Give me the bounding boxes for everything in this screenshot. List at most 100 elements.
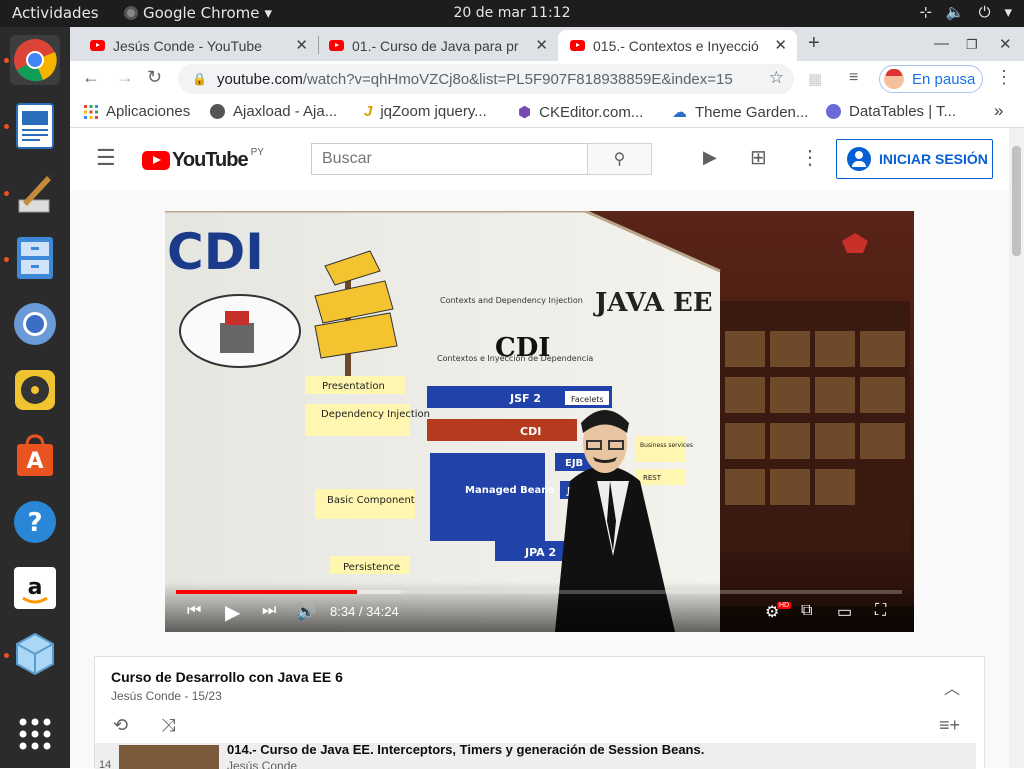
page-scrollbar[interactable] (1009, 128, 1024, 768)
help-icon[interactable]: ? (10, 497, 60, 547)
back-arrow-icon[interactable]: ← (82, 67, 100, 88)
tab-curso-java[interactable]: 01.- Curso de Java para pr ✕ (318, 30, 558, 61)
slide-cdi-bottom-text: Contextos e Inyección de Dependencia (437, 353, 593, 363)
hamburger-menu-icon[interactable]: ☰ (96, 145, 116, 171)
chrome-icon[interactable] (10, 35, 60, 85)
search-button[interactable]: ⚲ (587, 143, 652, 175)
paint-icon[interactable] (10, 167, 60, 217)
jqzoom-icon: J (364, 103, 373, 120)
scrollbar-thumb[interactable] (1012, 146, 1021, 256)
volume-icon[interactable]: 🔊 (296, 602, 316, 622)
dock: A ? a (0, 27, 70, 768)
theme-garden-icon: ☁ (672, 104, 687, 121)
video-thumbnail[interactable] (119, 745, 219, 769)
document-viewer-icon[interactable] (10, 101, 60, 151)
tab-jesus-conde[interactable]: Jesús Conde - YouTube ✕ (70, 30, 318, 61)
running-indicator (4, 191, 9, 196)
profile-paused-button[interactable]: En pausa (879, 65, 983, 93)
bookmark-ajaxload[interactable]: Ajaxload - Aja... (210, 103, 337, 120)
avatar (884, 69, 904, 89)
apps-grid-icon[interactable]: ⊞ (750, 145, 767, 170)
bookmark-jqzoom[interactable]: J jqZoom jquery... (364, 103, 487, 120)
add-to-playlist-icon[interactable]: ≡+ (939, 715, 960, 736)
new-tab-icon[interactable]: + (808, 32, 820, 55)
close-window-icon[interactable]: ✕ (999, 35, 1012, 53)
svg-text:a: a (28, 575, 43, 600)
power-icon: ⏻ (978, 3, 991, 21)
time-display: 8:34 / 34:24 (330, 604, 399, 619)
video-player[interactable]: CDI Contexts and Dependency Injection CD… (165, 211, 914, 632)
tab-contextos-active[interactable]: 015.- Contextos e Inyecció ✕ (558, 30, 797, 61)
progress-bar[interactable] (176, 590, 902, 594)
country-code: PY (250, 147, 264, 158)
slide-label-basic: Basic Component (327, 495, 415, 506)
signin-button[interactable]: INICIAR SESIÓN (836, 139, 993, 179)
user-account-icon (847, 147, 871, 171)
bookmark-label: Aplicaciones (106, 103, 191, 120)
search-input[interactable]: Buscar (311, 143, 588, 175)
bookmark-ckeditor[interactable]: ⬢ CKEditor.com... (518, 103, 643, 122)
bookmark-datatables[interactable]: DataTables | T... (826, 103, 956, 120)
media-queue-icon[interactable]: ≡ (849, 69, 858, 87)
slide-title: CDI (167, 223, 264, 281)
chrome-app-icon (124, 6, 138, 20)
youtube-header: ☰ YouTube PY Buscar ⚲ ▶ ⊞ ⋮ INICIAR SESI… (70, 128, 1009, 190)
rhythmbox-icon[interactable] (10, 365, 60, 415)
more-menu-icon[interactable]: ⋮ (995, 67, 1013, 88)
network-icon: ⊹ (919, 3, 932, 21)
forward-arrow-icon[interactable]: → (116, 67, 134, 88)
system-tray[interactable]: ⊹ 🔈 ⏻ ▾ (919, 3, 1012, 21)
loop-icon[interactable]: ⟲ (113, 715, 128, 736)
close-tab-icon[interactable]: ✕ (774, 36, 787, 54)
next-icon[interactable]: ⏭ (262, 602, 276, 620)
slide-label-persistence: Persistence (343, 562, 400, 573)
bookmark-label: Ajaxload - Aja... (233, 103, 338, 120)
play-icon[interactable]: ▶ (225, 600, 240, 625)
reload-icon[interactable]: ↻ (147, 67, 162, 88)
software-store-icon[interactable]: A (10, 431, 60, 481)
running-indicator (4, 257, 9, 262)
playlist-panel: Curso de Desarrollo con Java EE 6 Jesús … (94, 656, 985, 769)
show-apps-icon[interactable] (10, 709, 60, 759)
globe-icon (210, 104, 225, 119)
playlist-title[interactable]: Curso de Desarrollo con Java EE 6 (111, 669, 343, 685)
bookmark-star-icon[interactable]: ☆ (769, 68, 784, 88)
restore-icon[interactable]: ❐ (966, 37, 978, 53)
bookmark-label: Theme Garden... (695, 103, 809, 121)
played-bar (176, 590, 357, 594)
item-title: 014.- Curso de Java EE. Interceptors, Ti… (227, 743, 705, 757)
close-tab-icon[interactable]: ✕ (535, 36, 548, 54)
url-host: youtube.com (216, 70, 303, 88)
bookmark-label: jqZoom jquery... (380, 103, 487, 120)
slide-label-dependency: Dependency Injection (321, 409, 430, 420)
amazon-icon[interactable]: a (10, 563, 60, 613)
extension-icon[interactable]: ▦ (808, 70, 822, 88)
address-bar[interactable]: 🔒 youtube.com/watch?v=qhHmoVZCj8o&list=P… (178, 64, 794, 94)
app-menu[interactable]: Google Chrome ▾ (124, 4, 272, 22)
tab-title: 01.- Curso de Java para pr (352, 37, 519, 54)
more-bookmarks-icon[interactable]: » (994, 101, 1003, 121)
playlist-owner: Jesús Conde - 15/23 (111, 689, 222, 703)
chevron-up-icon[interactable]: ︿ (944, 675, 960, 699)
theater-mode-icon[interactable]: ▭ (837, 602, 852, 622)
bookmark-themegarden[interactable]: ☁ Theme Garden... (672, 103, 809, 122)
fullscreen-icon[interactable]: ⛶ (875, 602, 886, 620)
previous-icon[interactable]: ⏮ (187, 602, 201, 620)
create-video-icon[interactable]: ▶ (703, 147, 717, 168)
minimize-icon[interactable]: — (934, 35, 949, 52)
playlist-item[interactable]: 14 014.- Curso de Java EE. Interceptors,… (95, 743, 976, 769)
apps-grid-icon (84, 104, 98, 119)
bookmark-apps[interactable]: Aplicaciones (84, 103, 190, 120)
tab-title: 015.- Contextos e Inyecció (593, 37, 759, 54)
shuffle-icon[interactable]: ⤨ (161, 715, 175, 736)
file-cabinet-icon[interactable] (10, 233, 60, 283)
miniplayer-icon[interactable]: ⧉ (801, 602, 812, 620)
settings-more-icon[interactable]: ⋮ (800, 145, 820, 170)
box-app-icon[interactable] (10, 629, 60, 679)
lock-icon: 🔒 (192, 72, 207, 86)
slide-cdi: CDI (520, 425, 541, 438)
youtube-logo[interactable]: YouTube PY (142, 147, 264, 172)
activities-button[interactable]: Actividades (12, 4, 99, 22)
chromium-icon[interactable] (10, 299, 60, 349)
close-tab-icon[interactable]: ✕ (295, 36, 308, 54)
